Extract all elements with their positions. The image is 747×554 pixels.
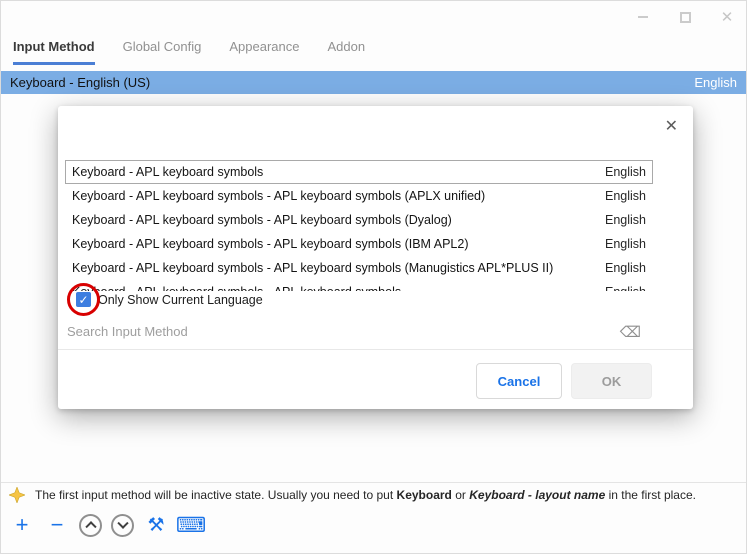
list-item[interactable]: Keyboard - APL keyboard symbols - APL ke… — [65, 184, 653, 208]
add-input-method-button[interactable]: + — [9, 512, 35, 538]
dialog-close-button[interactable]: ✕ — [665, 119, 678, 135]
chevron-up-icon — [84, 521, 97, 533]
only-show-current-language-row[interactable]: ✓ Only Show Current Language — [76, 292, 263, 307]
tab-global-config[interactable]: Global Config — [123, 39, 202, 65]
maximize-icon — [679, 11, 691, 23]
list-item-language: English — [605, 165, 646, 179]
remove-input-method-button[interactable]: − — [44, 512, 70, 538]
add-input-method-dialog: ✕ Keyboard - APL keyboard symbols Englis… — [58, 106, 693, 409]
search-input[interactable] — [67, 324, 607, 339]
only-show-current-language-checkbox[interactable]: ✓ — [76, 292, 91, 307]
hint-text: The first input method will be inactive … — [35, 488, 696, 502]
hint-keyword-italic: Keyboard - layout name — [469, 488, 606, 502]
list-item-name: Keyboard - APL keyboard symbols - APL ke… — [72, 261, 554, 275]
list-item-name: Keyboard - APL keyboard symbols - APL ke… — [72, 189, 486, 203]
minus-icon: − — [50, 512, 64, 537]
cancel-button[interactable]: Cancel — [476, 363, 562, 399]
input-method-name: Keyboard - English (US) — [10, 75, 151, 90]
minimize-icon — [638, 16, 648, 18]
list-item-language: English — [605, 237, 646, 251]
hint-text-part: The first input method will be inactive … — [35, 488, 397, 502]
configure-button[interactable]: ⚒ — [143, 512, 169, 538]
close-icon: ✕ — [720, 8, 734, 26]
list-item[interactable]: Keyboard - APL keyboard symbols - APL ke… — [65, 256, 653, 280]
tools-icon: ⚒ — [147, 514, 165, 536]
keyboard-icon: ⌨ — [175, 513, 207, 537]
checkbox-label: Only Show Current Language — [98, 292, 263, 307]
window-controls: ✕ — [636, 8, 734, 26]
list-item-name: Keyboard - APL keyboard symbols - APL ke… — [72, 285, 401, 291]
list-item[interactable]: Keyboard - APL keyboard symbols English — [65, 160, 653, 184]
footer-divider — [1, 482, 746, 483]
minimize-button[interactable] — [636, 10, 650, 24]
fcitx-config-window: ✕ Input Method Global Config Appearance … — [0, 0, 747, 554]
hint-text-part: or — [451, 488, 470, 502]
hint-text-part: in the first place. — [605, 488, 696, 502]
list-item-language: English — [605, 189, 646, 203]
input-method-language: English — [694, 75, 737, 90]
list-item-language: English — [605, 213, 646, 227]
tab-appearance[interactable]: Appearance — [229, 39, 299, 65]
list-item-name: Keyboard - APL keyboard symbols - APL ke… — [72, 213, 452, 227]
list-item-name: Keyboard - APL keyboard symbols - APL ke… — [72, 237, 469, 251]
keyboard-layout-button[interactable]: ⌨ — [175, 512, 207, 538]
ok-button[interactable]: OK — [571, 363, 652, 399]
plus-icon: + — [15, 512, 29, 537]
tab-addon[interactable]: Addon — [328, 39, 366, 65]
move-down-button[interactable] — [111, 513, 134, 537]
close-window-button[interactable]: ✕ — [720, 8, 734, 26]
bottom-toolbar: + − ⚒ ⌨ — [9, 512, 207, 538]
tab-bar: Input Method Global Config Appearance Ad… — [13, 39, 365, 65]
sparkle-icon — [9, 487, 25, 503]
list-item-name: Keyboard - APL keyboard symbols — [72, 165, 264, 179]
search-divider — [58, 349, 693, 350]
list-item[interactable]: Keyboard - APL keyboard symbols - APL ke… — [65, 208, 653, 232]
input-method-listbox: Keyboard - APL keyboard symbols English … — [65, 160, 653, 291]
maximize-button[interactable] — [678, 10, 692, 24]
tab-input-method[interactable]: Input Method — [13, 39, 95, 65]
selected-input-method-row[interactable]: Keyboard - English (US) English — [1, 71, 746, 94]
hint-keyword: Keyboard — [396, 488, 452, 502]
list-item-language: English — [605, 285, 646, 291]
move-up-button[interactable] — [79, 513, 102, 537]
hint-note: The first input method will be inactive … — [9, 487, 742, 503]
list-item[interactable]: Keyboard - APL keyboard symbols - APL ke… — [65, 280, 653, 291]
clear-search-icon[interactable]: ⌫ — [620, 325, 641, 340]
list-item[interactable]: Keyboard - APL keyboard symbols - APL ke… — [65, 232, 653, 256]
chevron-down-icon — [116, 517, 129, 529]
check-icon: ✓ — [78, 292, 89, 307]
list-item-language: English — [605, 261, 646, 275]
